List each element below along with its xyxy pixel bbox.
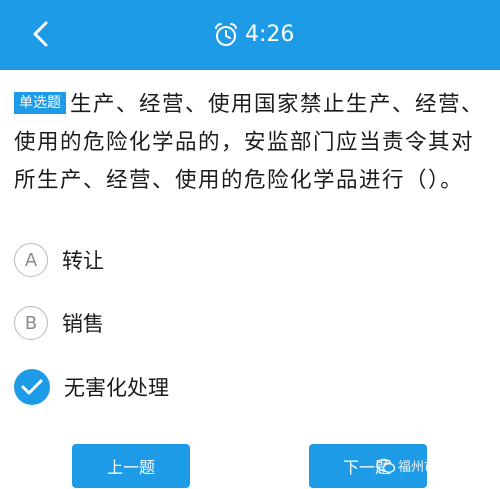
option-c-label: 无害化处理 xyxy=(64,376,169,400)
alarm-clock-icon xyxy=(215,23,237,46)
back-icon[interactable] xyxy=(30,20,52,48)
option-b[interactable]: B 销售 xyxy=(14,303,104,343)
watermark-text: 福州市教场小学 xyxy=(398,460,490,475)
question-type-badge: 单选题 xyxy=(14,92,66,114)
option-b-label: 销售 xyxy=(62,312,104,336)
option-b-marker: B xyxy=(14,306,48,340)
checkmark-icon xyxy=(14,369,50,405)
option-a-label: 转让 xyxy=(62,249,104,273)
prev-question-button[interactable]: 上一题 xyxy=(72,444,190,488)
question-block: 单选题 生产、经营、使用国家禁止生产、经营、使用的危险化学品的，安监部门应当责令其… xyxy=(14,86,494,200)
option-c[interactable]: 无害化处理 xyxy=(14,367,169,407)
timer-text: 4:26 xyxy=(245,22,295,47)
timer: 4:26 xyxy=(213,21,294,49)
option-a[interactable]: A 转让 xyxy=(14,240,104,280)
question-text: 生产、经营、使用国家禁止生产、经营、使用的危险化学品的，安监部门应当责令其对所生… xyxy=(14,92,485,193)
wechat-icon xyxy=(376,458,396,473)
top-bar: 4:26 xyxy=(0,0,500,70)
option-a-marker: A xyxy=(14,243,48,277)
watermark: 福州市教场小学 xyxy=(376,456,489,475)
